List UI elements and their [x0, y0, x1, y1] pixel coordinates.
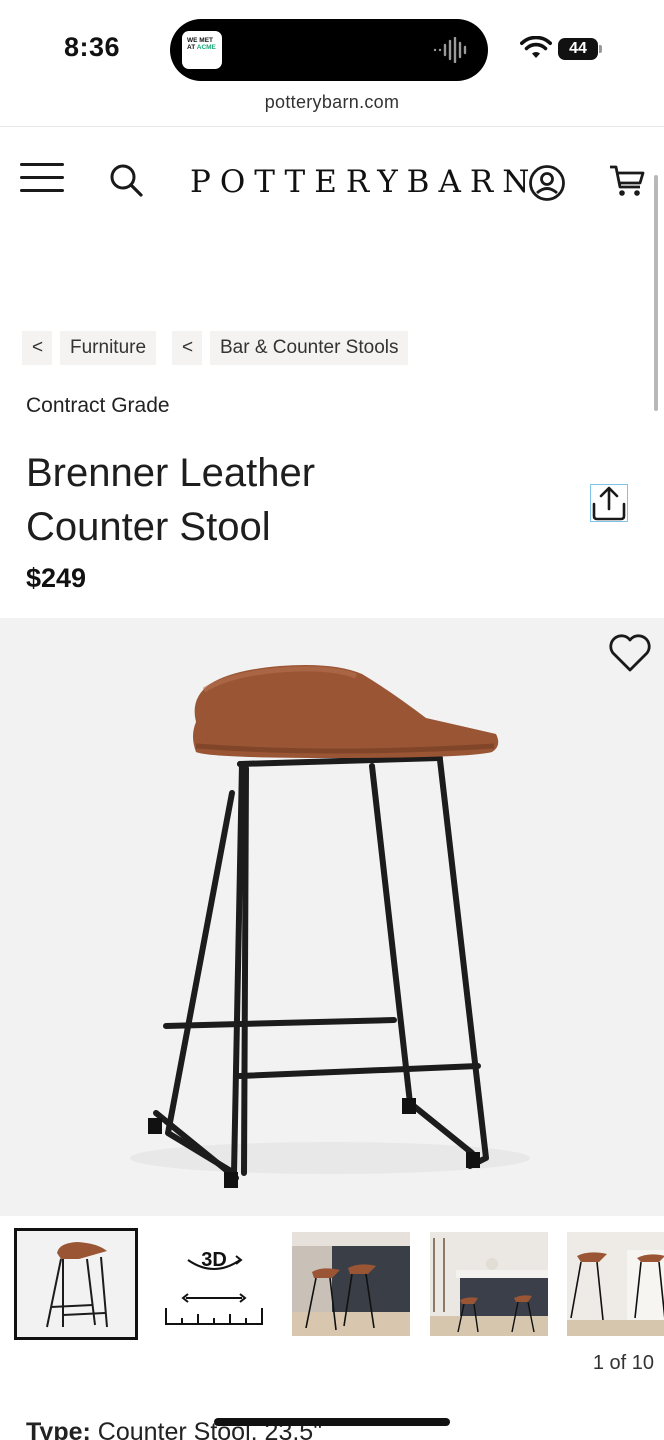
dynamic-island[interactable]: WE MET AT ACME: [170, 19, 488, 81]
3d-view-icon: 3D: [165, 1249, 263, 1325]
podcast-app-icon: WE MET AT ACME: [182, 31, 222, 69]
battery-cap: [599, 45, 602, 53]
thumbnail-bar-image: [567, 1232, 664, 1336]
product-grade-label: Contract Grade: [26, 394, 170, 417]
breadcrumb-bar-counter-stools[interactable]: Bar & Counter Stools: [210, 331, 409, 365]
thumbnail-stool-image: [46, 1242, 108, 1328]
address-bar-divider: [0, 126, 664, 127]
home-indicator[interactable]: [214, 1418, 450, 1426]
thumbnail-island-image: [430, 1232, 548, 1336]
island-app-line1: WE MET: [187, 37, 213, 44]
menu-icon[interactable]: [20, 163, 64, 195]
share-icon[interactable]: [590, 484, 628, 522]
battery-indicator: 44: [558, 38, 602, 62]
island-app-line2: AT: [187, 44, 197, 51]
stool-illustration: [130, 665, 530, 1188]
breadcrumb-back-button[interactable]: <: [172, 331, 202, 365]
audio-waveform-icon: [433, 37, 467, 63]
heart-icon[interactable]: [608, 633, 652, 673]
product-price: $249: [26, 563, 87, 593]
cart-icon[interactable]: [608, 163, 646, 199]
island-app-brand: ACME: [196, 44, 216, 51]
product-title: Brenner Leather Counter Stool: [26, 446, 446, 554]
gallery-thumbnail-lifestyle[interactable]: [292, 1232, 410, 1336]
page-scrollbar[interactable]: [654, 175, 658, 411]
breadcrumb-back-button[interactable]: <: [22, 331, 52, 365]
status-bar: 8:36 WE MET AT ACME 44 potterybarn.com: [0, 0, 664, 112]
wifi-icon: [520, 36, 552, 58]
gallery-thumbnail-lifestyle[interactable]: [567, 1232, 664, 1336]
gallery-thumbnail-lifestyle[interactable]: [430, 1232, 548, 1336]
address-bar-url[interactable]: potterybarn.com: [0, 92, 664, 113]
battery-percent: 44: [569, 40, 587, 57]
breadcrumb-furniture[interactable]: Furniture: [60, 331, 157, 365]
product-title-line2: Counter Stool: [26, 505, 271, 549]
battery-body: 44: [558, 38, 598, 60]
status-time: 8:36: [64, 32, 121, 62]
gallery-thumbnail-product[interactable]: [14, 1228, 138, 1340]
product-main-image[interactable]: [0, 618, 664, 1216]
account-icon[interactable]: [528, 164, 566, 202]
gallery-counter: 1 of 10: [592, 1352, 654, 1374]
search-icon[interactable]: [108, 162, 144, 198]
gallery-thumbnail-3d[interactable]: 3D: [152, 1232, 276, 1336]
thumbnail-kitchen-image: [292, 1232, 410, 1336]
site-logo[interactable]: POTTERYBARN: [190, 164, 529, 200]
product-title-line1: Brenner Leather: [26, 451, 316, 495]
product-type-label: Type:: [26, 1418, 91, 1440]
